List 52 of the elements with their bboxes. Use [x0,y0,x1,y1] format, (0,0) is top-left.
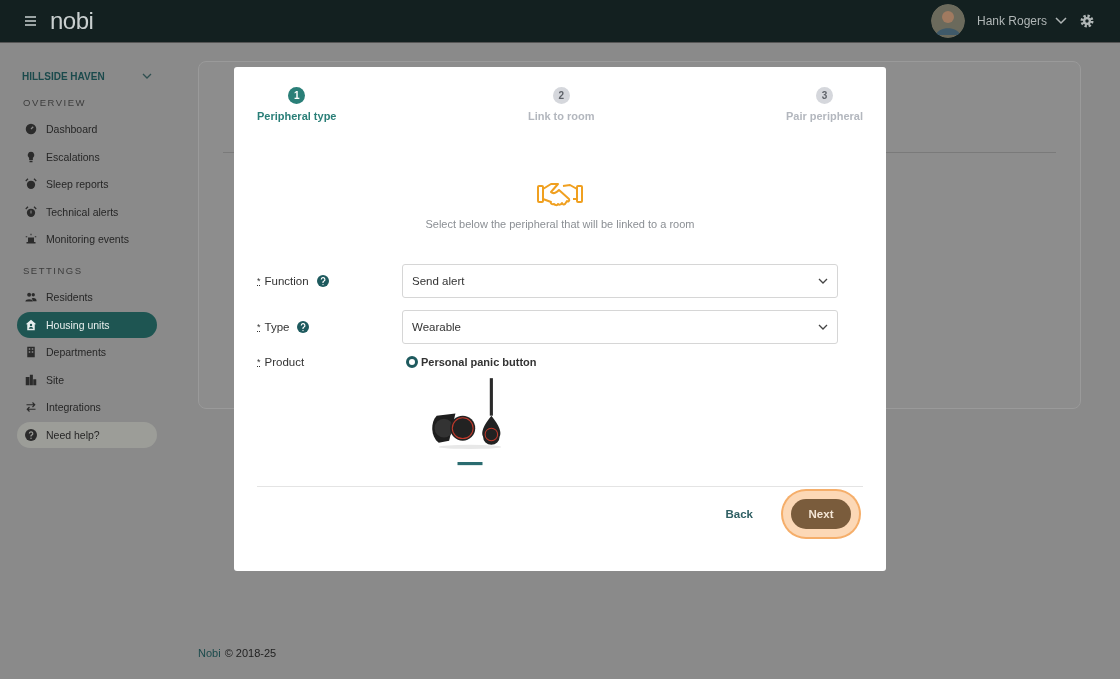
logo: nobi [50,7,94,35]
step-tab[interactable]: 3 Pair peripheral [785,87,863,122]
settings-icon[interactable] [1079,13,1095,29]
building-icon [25,346,37,358]
sidebar-item[interactable]: Technical alerts [17,198,157,225]
back-button[interactable]: Back [719,507,759,521]
help-icon[interactable] [297,321,310,333]
step-tab[interactable]: 2 Link to room [527,87,595,122]
field-label: Type [264,321,290,333]
required-mark: * [257,322,261,332]
field-label: Function [264,275,309,287]
chevron-down-icon[interactable] [818,278,828,284]
required-mark: * [257,357,261,367]
sidebar-item[interactable]: Escalations [17,143,157,170]
city-icon [25,373,37,386]
people-icon [25,291,37,303]
step-tab[interactable]: 1 Peripheral type [257,87,337,122]
instruction-text: Select below the peripheral that will be linked to a room [424,218,696,230]
siren-icon [25,233,37,245]
help-icon[interactable] [316,275,329,287]
chevron-down-icon[interactable] [1055,17,1067,25]
sidebar-item[interactable]: Departments [17,339,157,365]
house-icon [25,318,37,331]
alarm-clock-icon [25,178,37,190]
copyright-text: © 2018-25 [224,647,277,659]
section-heading: SETTINGS [22,264,84,278]
help-button[interactable]: Need help? [17,421,157,448]
gauge-icon [25,123,37,135]
sidebar-item[interactable]: Sleep reports [17,171,157,197]
user-name[interactable]: Hank Rogers [976,14,1047,28]
sidebar-item[interactable]: Housing units [17,311,157,338]
footer-link[interactable]: Nobi [198,647,221,659]
required-mark: * [257,276,261,286]
question-icon [25,428,37,441]
swap-arrows-icon [25,401,37,413]
radio-option[interactable]: Personal panic button [406,356,537,368]
chevron-down-icon[interactable] [818,324,828,330]
sidebar-item[interactable]: Residents [17,284,157,310]
select-field[interactable]: Wearable [402,310,838,344]
sidebar-item[interactable]: Site [17,366,157,393]
select-field[interactable]: Send alert [402,264,838,298]
alarm-clock-icon [25,205,37,218]
sidebar-item[interactable]: Dashboard [17,116,157,142]
handshake-icon [537,180,583,208]
menu-icon[interactable] [25,16,36,26]
avatar[interactable] [930,4,965,38]
section-heading: OVERVIEW [22,96,88,110]
sidebar-item[interactable]: Monitoring events [17,226,157,252]
site-name[interactable]: HILLSIDE HAVEN [22,70,105,82]
sidebar-item[interactable]: Integrations [17,394,157,420]
field-label: Product [264,356,305,368]
lightbulb-icon [25,150,37,163]
